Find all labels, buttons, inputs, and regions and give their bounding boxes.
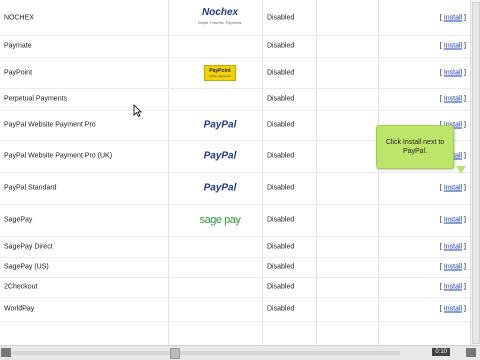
module-name: PayPoint bbox=[4, 69, 33, 76]
table-row: 2Checkout Disabled [ Install ] bbox=[0, 277, 470, 298]
bracket: ] bbox=[462, 42, 466, 50]
install-link[interactable]: Install bbox=[444, 69, 462, 76]
table-row: SagePay Direct Disabled [ Install ] bbox=[0, 236, 470, 258]
install-action: [ Install ] bbox=[440, 14, 466, 21]
logo-text: PayPal bbox=[203, 119, 237, 131]
seek-handle[interactable] bbox=[170, 348, 180, 359]
paypal-logo: PayPal bbox=[204, 120, 237, 131]
video-player-bar[interactable]: 0:10 bbox=[0, 345, 480, 360]
install-link[interactable]: Install bbox=[444, 43, 462, 50]
tooltip-text: Click Install next to PayPal. bbox=[385, 139, 445, 155]
status-text: Disabled bbox=[267, 152, 295, 160]
status-text: Disabled bbox=[267, 305, 295, 313]
install-link[interactable]: Install bbox=[444, 14, 462, 21]
table-row: PayPoint PayPoint online payments Disabled [… bbox=[0, 57, 470, 89]
install-action: [ Install ] bbox=[440, 185, 466, 192]
blurred-row-overlay bbox=[0, 170, 470, 176]
bracket: ] bbox=[462, 216, 466, 224]
module-name: SagePay (US) bbox=[4, 263, 49, 271]
bracket: ] bbox=[462, 14, 466, 21]
status-text: Disabled bbox=[267, 69, 295, 76]
status-text: Disabled bbox=[267, 14, 295, 21]
bracket: ] bbox=[462, 243, 466, 250]
seek-track[interactable] bbox=[12, 351, 400, 355]
instruction-tooltip: Click Install next to PayPal. bbox=[376, 125, 454, 169]
module-name: PayPal Standard bbox=[4, 184, 57, 192]
module-logo: PayPal bbox=[180, 183, 260, 194]
module-name: PayPal Website Payment Pro (UK) bbox=[4, 152, 113, 160]
install-action: [ Install ] bbox=[440, 284, 466, 291]
status-text: Disabled bbox=[267, 184, 295, 192]
install-link[interactable]: Install bbox=[444, 284, 462, 291]
module-logo: sage pay bbox=[180, 214, 260, 226]
install-link[interactable]: Install bbox=[444, 243, 462, 250]
module-name: NOCHEX bbox=[4, 14, 34, 21]
scrollbar-thumb[interactable] bbox=[472, 2, 480, 344]
status-text: Disabled bbox=[267, 216, 295, 224]
install-link[interactable]: Install bbox=[444, 217, 462, 224]
status-text: Disabled bbox=[267, 121, 295, 129]
bracket: ] bbox=[462, 184, 466, 192]
install-action: [ Install ] bbox=[440, 43, 466, 50]
module-logo: Nochex Simple. Powerful. Payments. bbox=[180, 7, 260, 28]
logo-text: sage pay bbox=[199, 214, 241, 226]
status-text: Disabled bbox=[267, 283, 295, 291]
module-logo: PayPoint online payments bbox=[180, 64, 260, 81]
install-link[interactable]: Install bbox=[444, 264, 462, 271]
install-action: [ Install ] bbox=[440, 306, 466, 313]
vertical-scrollbar[interactable] bbox=[470, 0, 480, 346]
status-text: Disabled bbox=[267, 42, 295, 50]
play-icon[interactable] bbox=[1, 348, 11, 357]
install-link[interactable]: Install bbox=[444, 185, 462, 192]
module-name: PayPal Website Payment Pro bbox=[4, 121, 96, 129]
table-row: SagePay sage pay Disabled [ Install ] bbox=[0, 204, 470, 237]
bracket: ] bbox=[462, 152, 466, 160]
logo-text: PayPal bbox=[203, 182, 237, 194]
fullscreen-icon[interactable] bbox=[466, 348, 476, 357]
logo-text: PayPal bbox=[203, 150, 237, 162]
time-display: 0:10 bbox=[432, 348, 450, 356]
bracket: ] bbox=[462, 263, 466, 271]
module-logo: PayPal bbox=[180, 151, 260, 162]
module-name: Perpetual Payments bbox=[4, 95, 68, 103]
table-row: PayPal Standard PayPal Disabled [ Install ] bbox=[0, 172, 470, 205]
install-action: [ Install ] bbox=[440, 264, 466, 271]
table-row: SagePay (US) Disabled [ Install ] bbox=[0, 257, 470, 278]
install-action: [ Install ] bbox=[440, 96, 466, 103]
sagepay-logo: sage pay bbox=[200, 214, 241, 226]
module-logo: PayPal bbox=[180, 120, 260, 131]
install-action: [ Install ] bbox=[440, 69, 466, 76]
status-text: Disabled bbox=[267, 95, 295, 103]
tooltip-pointer bbox=[456, 166, 466, 174]
logo-text: Nochex bbox=[201, 6, 239, 18]
status-text: Disabled bbox=[267, 243, 295, 250]
table-row: Perpetual Payments Disabled [ Install ] bbox=[0, 88, 470, 111]
module-name: WorldPay bbox=[4, 305, 35, 313]
paypal-logo: PayPal bbox=[204, 183, 237, 194]
module-name: SagePay bbox=[4, 216, 33, 224]
logo-tagline: online payments bbox=[209, 73, 231, 78]
nochex-logo: Nochex Simple. Powerful. Payments. bbox=[180, 7, 260, 28]
module-name: Paymate bbox=[4, 42, 32, 50]
mouse-cursor-icon bbox=[133, 104, 142, 117]
install-link[interactable]: Install bbox=[444, 96, 462, 103]
bracket: ] bbox=[462, 305, 466, 313]
logo-tagline: Simple. Powerful. Payments. bbox=[197, 20, 243, 25]
bracket: ] bbox=[462, 69, 466, 76]
table-row: WorldPay Disabled [ Install ] bbox=[0, 297, 470, 322]
paypoint-logo: PayPoint online payments bbox=[204, 64, 236, 81]
bracket: ] bbox=[462, 95, 466, 103]
paypal-logo: PayPal bbox=[204, 151, 237, 162]
table-row: NOCHEX Nochex Simple. Powerful. Payments. D… bbox=[0, 0, 470, 36]
bracket: ] bbox=[462, 283, 466, 291]
status-text: Disabled bbox=[267, 263, 295, 271]
install-link[interactable]: Install bbox=[444, 306, 462, 313]
install-action: [ Install ] bbox=[440, 243, 466, 250]
table-row: Paymate Disabled [ Install ] bbox=[0, 35, 470, 58]
module-name: SagePay Direct bbox=[4, 243, 53, 250]
install-action: [ Install ] bbox=[440, 217, 466, 224]
bracket: ] bbox=[462, 121, 466, 129]
module-name: 2Checkout bbox=[4, 283, 38, 291]
